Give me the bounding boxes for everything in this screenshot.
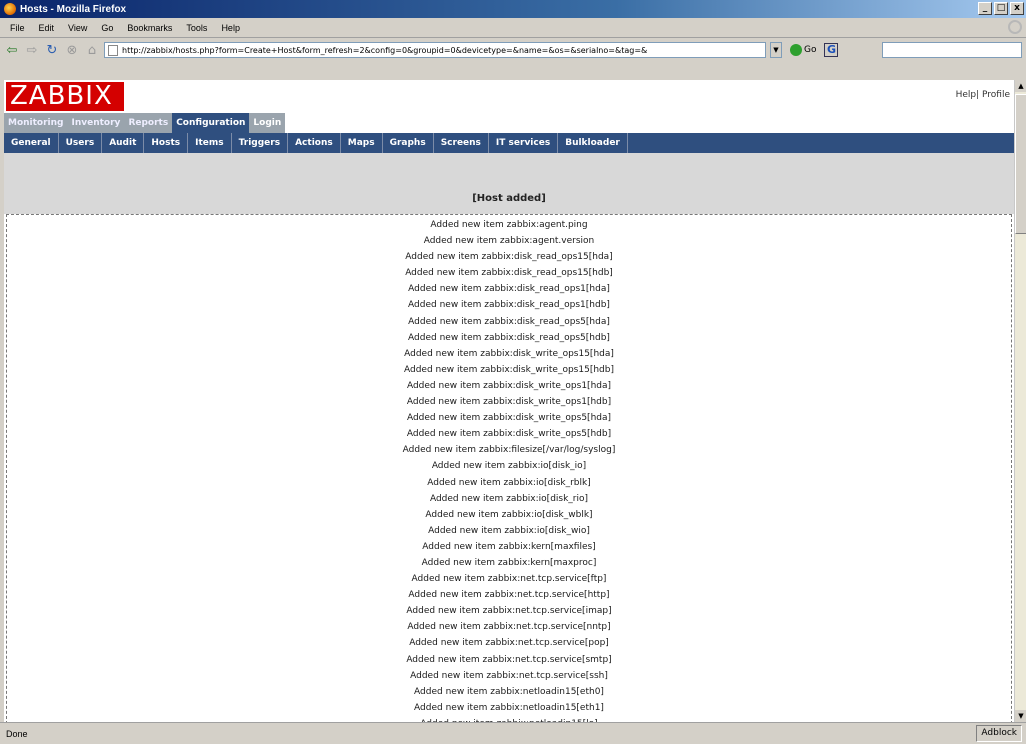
log-line: Added new item zabbix:io[disk_io] bbox=[431, 461, 587, 472]
log-line: Added new item zabbix:disk_write_ops15[h… bbox=[404, 348, 614, 359]
log-line: Added new item zabbix:agent.version bbox=[423, 236, 595, 247]
adblock-button[interactable]: Adblock bbox=[976, 725, 1022, 742]
log-line: Added new item zabbix:net.tcp.service[im… bbox=[406, 606, 612, 617]
log-line: Added new item zabbix:disk_read_ops5[hdb… bbox=[408, 332, 610, 343]
firefox-icon bbox=[4, 3, 16, 15]
address-url: http://zabbix/hosts.php?form=Create+Host… bbox=[122, 45, 648, 55]
stop-icon[interactable]: ⊗ bbox=[64, 42, 80, 58]
log-line: Added new item zabbix:disk_write_ops15[h… bbox=[404, 364, 614, 375]
log-line: Added new item zabbix:netloadin15[eth0] bbox=[414, 686, 604, 697]
log-line: Added new item zabbix:disk_read_ops5[hda… bbox=[408, 316, 610, 327]
log-line: Added new item zabbix:io[disk_wblk] bbox=[425, 509, 593, 520]
log-line: Added new item zabbix:net.tcp.service[ss… bbox=[410, 670, 608, 681]
log-line: Added new item zabbix:net.tcp.service[po… bbox=[409, 638, 609, 649]
status-bar: Done Adblock bbox=[0, 722, 1026, 744]
log-line: Added new item zabbix:kern[maxfiles] bbox=[422, 541, 596, 552]
submenu-triggers[interactable]: Triggers bbox=[232, 133, 289, 153]
log-line: Added new item zabbix:disk_write_ops1[hd… bbox=[406, 397, 612, 408]
submenu-users[interactable]: Users bbox=[59, 133, 103, 153]
log-line: Added new item zabbix:net.tcp.service[ft… bbox=[411, 574, 607, 585]
main-tabs: Monitoring Inventory Reports Configurati… bbox=[4, 113, 1014, 133]
minimize-button[interactable]: _ bbox=[978, 2, 992, 15]
log-line: Added new item zabbix:disk_write_ops1[hd… bbox=[406, 380, 612, 391]
vertical-scrollbar[interactable]: ▲ ▼ bbox=[1014, 80, 1026, 722]
log-line: Added new item zabbix:io[disk_wio] bbox=[428, 525, 590, 536]
submenu-items[interactable]: Items bbox=[188, 133, 232, 153]
address-bar[interactable]: http://zabbix/hosts.php?form=Create+Host… bbox=[104, 42, 766, 58]
tab-login[interactable]: Login bbox=[249, 113, 286, 133]
log-line: Added new item zabbix:filesize[/var/log/… bbox=[402, 445, 616, 456]
added-items-log: Added new item zabbix:agent.ping Added ne… bbox=[6, 214, 1012, 722]
window-controls: _ □ x bbox=[978, 2, 1024, 15]
status-message: [Host added] bbox=[472, 193, 546, 204]
menu-help[interactable]: Help bbox=[221, 23, 240, 33]
google-search-icon[interactable]: G bbox=[824, 43, 839, 57]
log-line: Added new item zabbix:kern[maxproc] bbox=[421, 557, 597, 568]
top-links: Help| Profile bbox=[956, 90, 1010, 100]
page-icon bbox=[108, 44, 118, 56]
log-line: Added new item zabbix:disk_read_ops1[hda… bbox=[408, 284, 610, 295]
top-link-separator: | bbox=[976, 90, 980, 100]
submenu-maps[interactable]: Maps bbox=[341, 133, 383, 153]
log-line: Added new item zabbix:net.tcp.service[sm… bbox=[406, 654, 612, 665]
submenu-audit[interactable]: Audit bbox=[102, 133, 145, 153]
window-title: Hosts - Mozilla Firefox bbox=[20, 3, 127, 15]
zabbix-header: ZABBIX Help| Profile bbox=[4, 80, 1014, 113]
menu-view[interactable]: View bbox=[68, 23, 87, 33]
profile-link[interactable]: Profile bbox=[982, 90, 1010, 100]
submenu-it-services[interactable]: IT services bbox=[489, 133, 559, 153]
log-line: Added new item zabbix:net.tcp.service[ht… bbox=[408, 590, 610, 601]
tab-monitoring[interactable]: Monitoring bbox=[4, 113, 68, 133]
submenu-hosts[interactable]: Hosts bbox=[144, 133, 189, 153]
close-button[interactable]: x bbox=[1010, 2, 1024, 15]
zabbix-logo[interactable]: ZABBIX bbox=[6, 82, 124, 111]
throbber-icon bbox=[1008, 20, 1022, 34]
configuration-submenu: General Users Audit Hosts Items Triggers… bbox=[4, 133, 1014, 153]
reload-icon[interactable]: ↻ bbox=[44, 42, 60, 58]
log-line: Added new item zabbix:io[disk_rio] bbox=[429, 493, 589, 504]
log-line: Added new item zabbix:io[disk_rblk] bbox=[427, 477, 591, 488]
log-line: Added new item zabbix:disk_read_ops1[hdb… bbox=[408, 300, 610, 311]
submenu-screens[interactable]: Screens bbox=[434, 133, 489, 153]
window-titlebar: Hosts - Mozilla Firefox _ □ x bbox=[0, 0, 1026, 18]
address-dropdown-button[interactable]: ▼ bbox=[770, 42, 782, 58]
tab-configuration[interactable]: Configuration bbox=[172, 113, 250, 133]
log-line: Added new item zabbix:disk_read_ops15[hd… bbox=[405, 252, 613, 263]
log-line: Added new item zabbix:disk_write_ops5[hd… bbox=[406, 413, 612, 424]
menu-tools[interactable]: Tools bbox=[186, 23, 207, 33]
back-icon[interactable]: ⇦ bbox=[4, 42, 20, 58]
menu-edit[interactable]: Edit bbox=[39, 23, 55, 33]
log-line: Added new item zabbix:disk_write_ops5[hd… bbox=[406, 429, 612, 440]
submenu-actions[interactable]: Actions bbox=[288, 133, 341, 153]
log-line: Added new item zabbix:agent.ping bbox=[430, 220, 588, 230]
submenu-graphs[interactable]: Graphs bbox=[383, 133, 434, 153]
go-label: Go bbox=[804, 45, 817, 55]
home-icon[interactable]: ⌂ bbox=[84, 42, 100, 58]
menu-bookmarks[interactable]: Bookmarks bbox=[127, 23, 172, 33]
log-line: Added new item zabbix:net.tcp.service[nn… bbox=[407, 622, 611, 633]
menu-bar: File Edit View Go Bookmarks Tools Help bbox=[0, 18, 1026, 38]
scroll-down-icon[interactable]: ▼ bbox=[1015, 710, 1026, 722]
page-viewport: ZABBIX Help| Profile Monitoring Inventor… bbox=[4, 80, 1014, 722]
search-input[interactable] bbox=[882, 42, 1022, 58]
scroll-up-icon[interactable]: ▲ bbox=[1015, 80, 1026, 92]
submenu-general[interactable]: General bbox=[4, 133, 59, 153]
scroll-thumb[interactable] bbox=[1015, 94, 1026, 234]
tab-strip: Monitoring Inventory Reports Configurati… bbox=[4, 113, 286, 133]
maximize-button[interactable]: □ bbox=[994, 2, 1008, 15]
submenu-bulkloader[interactable]: Bulkloader bbox=[558, 133, 628, 153]
forward-icon[interactable]: ⇨ bbox=[24, 42, 40, 58]
go-icon bbox=[790, 44, 802, 56]
log-line: Added new item zabbix:netloadin15[eth1] bbox=[414, 702, 604, 713]
tab-reports[interactable]: Reports bbox=[124, 113, 172, 133]
menu-file[interactable]: File bbox=[10, 23, 25, 33]
status-text: Done bbox=[6, 728, 28, 739]
tab-inventory[interactable]: Inventory bbox=[68, 113, 125, 133]
log-line: Added new item zabbix:disk_read_ops15[hd… bbox=[405, 268, 613, 279]
go-button[interactable]: Go bbox=[790, 44, 816, 56]
menu-go[interactable]: Go bbox=[101, 23, 113, 33]
navigation-toolbar: ⇦ ⇨ ↻ ⊗ ⌂ http://zabbix/hosts.php?form=C… bbox=[0, 39, 1026, 61]
message-area: [Host added] bbox=[4, 153, 1014, 214]
help-link[interactable]: Help bbox=[956, 90, 977, 100]
